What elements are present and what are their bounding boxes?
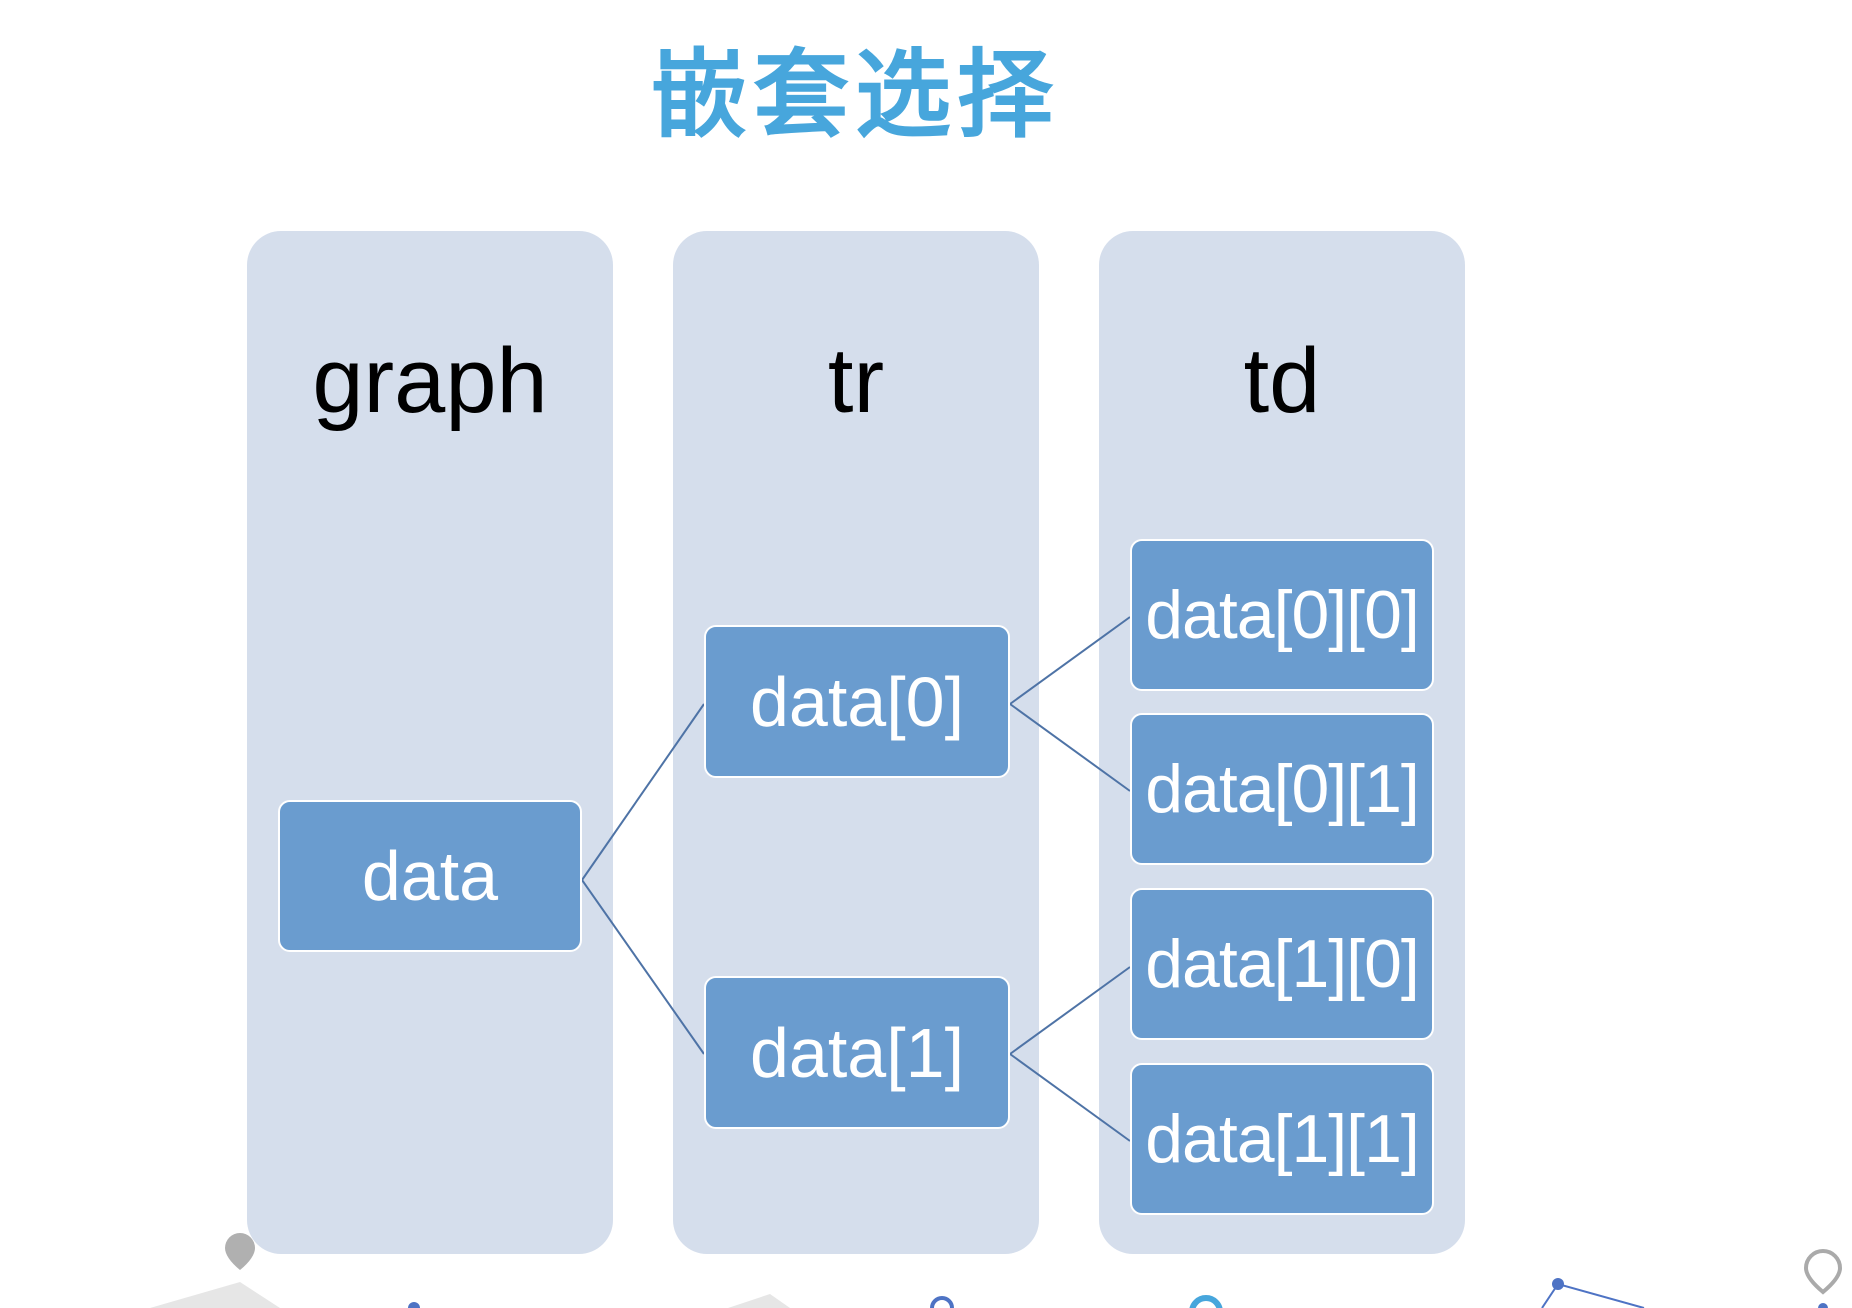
decor-dot-icon [408, 1302, 420, 1308]
decor-network-node-right-icon [1818, 1303, 1828, 1308]
decor-network-node-icon [1552, 1278, 1564, 1290]
column-title-tr: tr [827, 330, 885, 432]
decor-gray-shape-center [728, 1294, 790, 1308]
node-data-1-1: data[1][1] [1130, 1063, 1434, 1215]
node-data: data [278, 800, 582, 952]
node-data-0-0: data[0][0] [1130, 539, 1434, 691]
column-title-graph: graph [312, 330, 548, 432]
column-title-td: td [1243, 330, 1321, 432]
column-graph: graph [247, 231, 613, 1254]
decor-network-line [1541, 1282, 1645, 1308]
node-data-1-0: data[1][0] [1130, 888, 1434, 1040]
decor-gray-shape-left [150, 1282, 280, 1308]
decor-outline-pin-icon [1803, 1249, 1843, 1295]
decor-map-pin-icon [225, 1233, 255, 1270]
node-data-0-1: data[0][1] [1130, 713, 1434, 865]
decor-ring-icon-blue [1189, 1295, 1223, 1308]
node-data-0: data[0] [704, 625, 1010, 778]
decor-ring-icon-small [930, 1296, 954, 1308]
page-title: 嵌套选择 [651, 39, 1059, 151]
node-data-1: data[1] [704, 976, 1010, 1129]
